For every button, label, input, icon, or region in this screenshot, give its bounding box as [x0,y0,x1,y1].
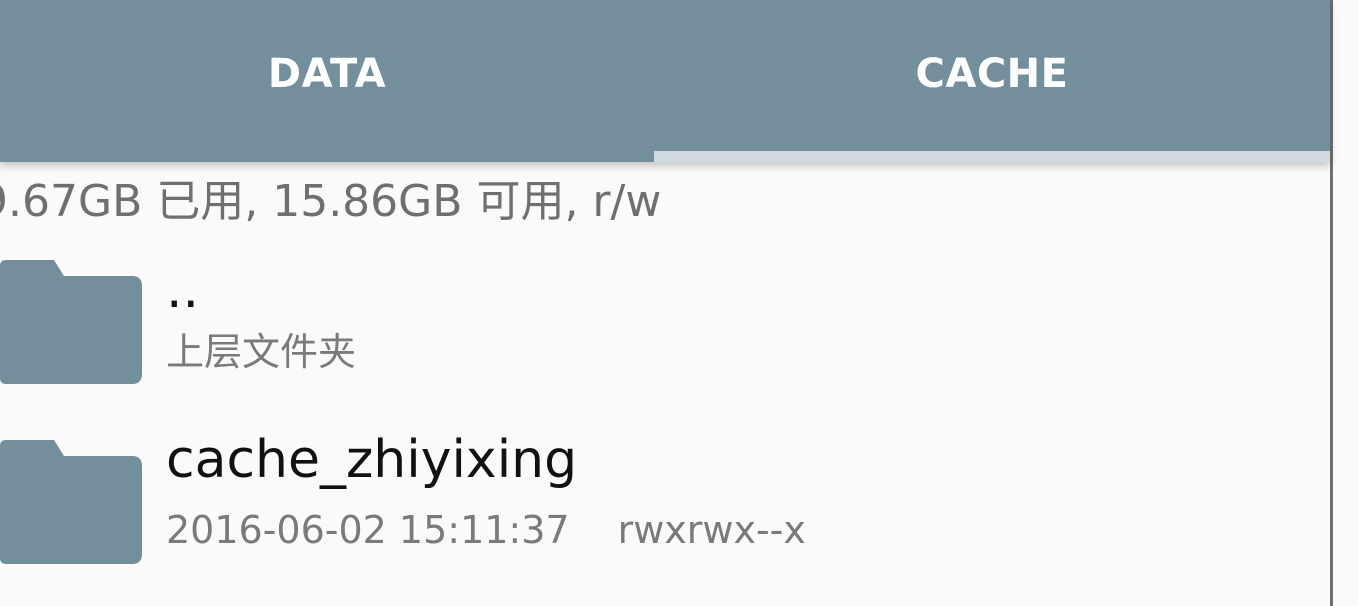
file-permissions: rwxrwx--x [617,508,806,552]
tab-bar: DATA CACHE [0,0,1330,162]
storage-summary: 9.67GB 已用, 15.86GB 可用, r/w [0,176,662,227]
screen-edge [1330,0,1358,606]
list-item-parent-folder[interactable]: .. 上层文件夹 [0,248,1330,408]
file-date: 2016-06-02 15:11:37 [166,508,570,552]
file-details: 2016-06-02 15:11:37 rwxrwx--x [166,504,806,556]
selected-tab-indicator [654,151,1330,162]
tab-data-label: DATA [267,51,387,97]
file-manager-screen: DATA CACHE 9.67GB 已用, 15.86GB 可用, r/w ..… [0,0,1358,606]
folder-icon [0,260,142,384]
folder-icon [0,440,142,564]
tab-cache-label: CACHE [915,51,1069,97]
tab-cache[interactable]: CACHE [654,0,1330,152]
file-name: .. [166,260,200,320]
list-item-folder[interactable]: cache_zhiyixing 2016-06-02 15:11:37 rwxrw… [0,428,1330,588]
file-name: cache_zhiyixing [166,430,578,490]
file-subtitle: 上层文件夹 [166,330,357,374]
tab-data[interactable]: DATA [0,0,654,152]
